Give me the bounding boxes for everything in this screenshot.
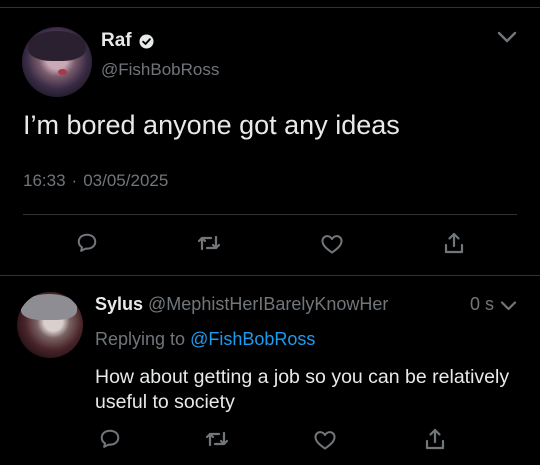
retweet-icon[interactable] (205, 429, 229, 449)
retweet-icon[interactable] (197, 233, 221, 253)
reply-author-avatar[interactable] (17, 292, 83, 358)
tweet-time: 16:33 (23, 171, 66, 190)
chevron-down-icon[interactable] (497, 30, 517, 44)
reply-text: How about getting a job so you can be re… (95, 366, 510, 413)
heart-icon[interactable] (320, 234, 344, 254)
author-handle[interactable]: @FishBobRoss (101, 60, 219, 80)
author-avatar[interactable] (22, 27, 92, 97)
tweet-timestamp: 16:33 · 03/05/2025 (23, 171, 168, 191)
tweet-date: 03/05/2025 (83, 171, 169, 190)
reply-handle[interactable]: @MephistHerIBarelyKnowHer (143, 294, 388, 314)
tweet-separator (0, 275, 540, 276)
avatar-lips (58, 69, 67, 75)
reply-bubble-icon[interactable] (99, 428, 121, 450)
tweet-text: I’m bored anyone got any ideas (23, 110, 400, 140)
meta-separator: · (71, 171, 78, 190)
author-display-name[interactable]: Raf (101, 30, 132, 52)
reply-bubble-icon[interactable] (76, 232, 98, 254)
replying-to-handle-link[interactable]: @FishBobRoss (190, 329, 315, 349)
replying-to-line: Replying to @FishBobRoss (95, 329, 315, 350)
avatar-hair (21, 294, 77, 320)
reply-header: Sylus @MephistHerIBarelyKnowHer (95, 294, 388, 315)
share-icon[interactable] (443, 231, 465, 255)
top-divider (0, 7, 540, 8)
avatar-hair (28, 31, 86, 61)
share-icon[interactable] (424, 427, 446, 451)
replying-to-label: Replying to (95, 329, 186, 349)
action-divider (23, 214, 517, 215)
verified-badge-icon (139, 34, 154, 49)
chevron-down-icon[interactable] (500, 300, 517, 312)
heart-icon[interactable] (313, 430, 337, 450)
reply-display-name[interactable]: Sylus (95, 294, 143, 314)
reply-time: 0 s (470, 294, 495, 314)
